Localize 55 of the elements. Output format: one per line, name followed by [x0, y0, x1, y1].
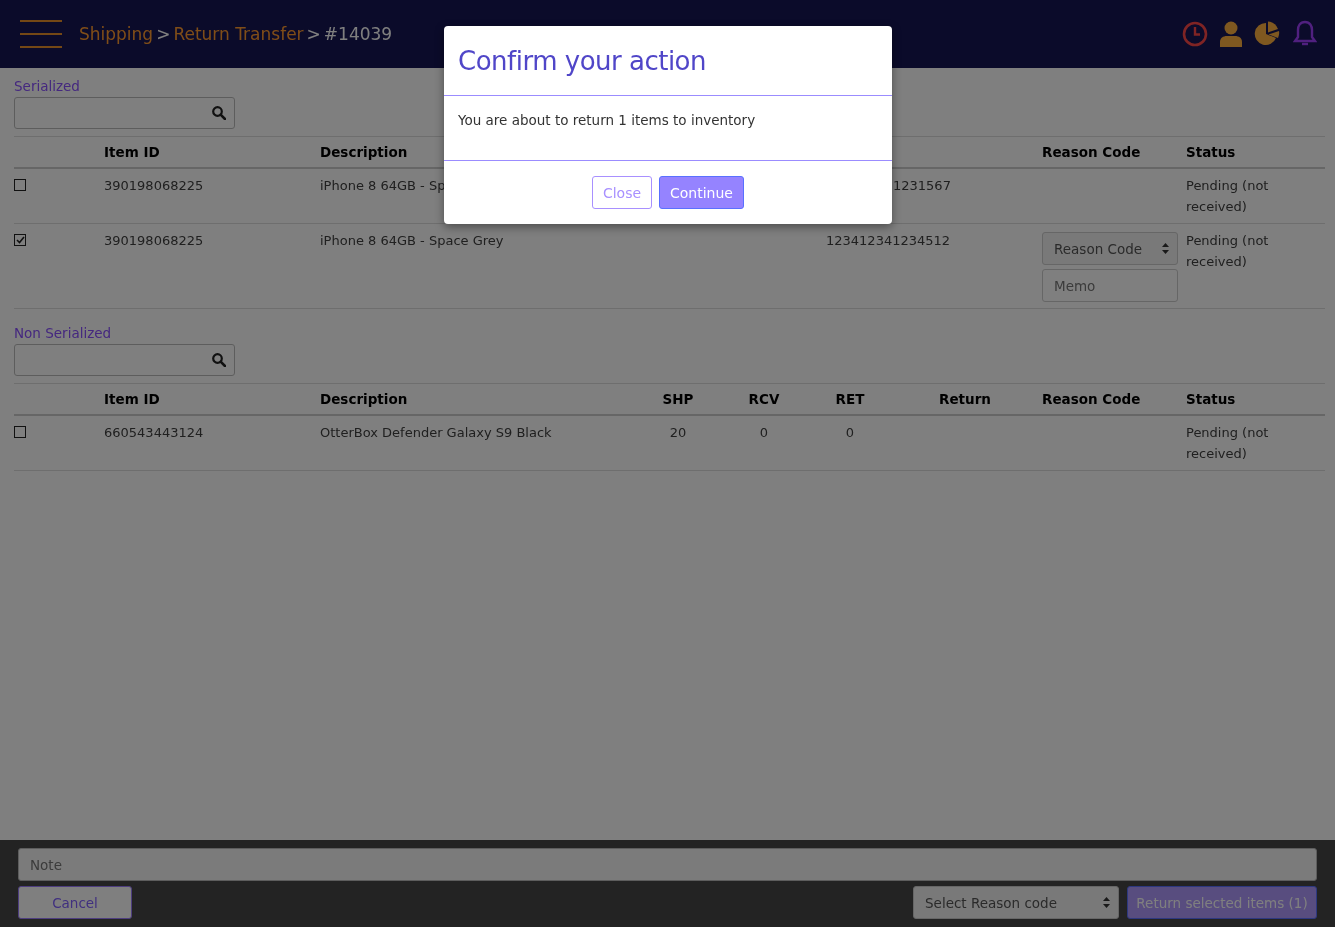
dialog-title: Confirm your action — [458, 45, 706, 76]
section-title: Non Serialized — [14, 325, 113, 341]
pie-chart-icon[interactable] — [1254, 21, 1282, 47]
search-field[interactable] — [14, 97, 235, 129]
column-header: RCV — [748, 391, 780, 407]
column-header: RET — [835, 391, 865, 407]
table-cell: 1231567 — [893, 177, 951, 194]
status-text: Pending (not received) — [1186, 177, 1270, 216]
breadcrumb-link[interactable]: Return Transfer — [173, 24, 304, 44]
column-header: Item ID — [104, 391, 160, 407]
quantity: 0 — [759, 424, 769, 441]
table-cell: 390198068225 — [104, 232, 204, 249]
table-cell: 390198068225 — [104, 177, 204, 194]
column-header: Return — [939, 391, 991, 407]
status-text: Pending (not received) — [1186, 232, 1270, 271]
reason-code-select[interactable]: Reason Code — [1042, 232, 1178, 265]
quantity: 20 — [669, 424, 687, 441]
status-text: Pending (not received) — [1186, 424, 1270, 463]
reason-code-select[interactable]: Select Reason code — [913, 886, 1119, 919]
search-field[interactable] — [14, 344, 235, 376]
cancel-button[interactable]: Cancel — [18, 886, 132, 919]
dialog-message: You are about to return 1 items to inventory — [458, 112, 757, 128]
table-cell: iPhone 8 64GB - Space Grey — [320, 232, 504, 249]
checkbox[interactable] — [14, 234, 26, 246]
column-header: Reason Code — [1042, 391, 1141, 407]
column-header: Item ID — [104, 144, 160, 160]
checkbox[interactable] — [14, 426, 26, 438]
user-icon[interactable] — [1219, 21, 1243, 47]
sort-arrows-icon — [1103, 897, 1110, 908]
search-icon[interactable] — [212, 106, 226, 120]
table-cell: 660543443124 — [104, 424, 204, 441]
column-header: Description — [320, 144, 408, 160]
clock-icon[interactable] — [1182, 21, 1208, 47]
menu-icon[interactable] — [20, 20, 62, 48]
search-icon[interactable] — [212, 353, 226, 367]
breadcrumb-link[interactable]: Shipping — [79, 24, 154, 44]
bell-icon[interactable] — [1293, 20, 1317, 48]
section-title: Serialized — [14, 78, 81, 94]
breadcrumb-separator: > — [306, 24, 321, 44]
table-cell: 123412341234512 — [826, 232, 951, 249]
note-field[interactable]: Note — [18, 848, 1317, 881]
breadcrumb-separator: > — [156, 24, 171, 44]
column-header: SHP — [662, 391, 694, 407]
breadcrumb-current: #14039 — [323, 24, 393, 44]
checkbox[interactable] — [14, 179, 26, 191]
column-header: Reason Code — [1042, 144, 1141, 160]
continue-button[interactable]: Continue — [659, 176, 744, 209]
quantity: 0 — [845, 424, 855, 441]
column-header: Description — [320, 391, 408, 407]
column-header: Status — [1186, 144, 1236, 160]
memo-field[interactable]: Memo — [1042, 269, 1178, 302]
close-button[interactable]: Close — [592, 176, 652, 209]
sort-arrows-icon — [1162, 243, 1169, 254]
column-header: Status — [1186, 391, 1236, 407]
table-cell: OtterBox Defender Galaxy S9 Black — [320, 424, 552, 441]
